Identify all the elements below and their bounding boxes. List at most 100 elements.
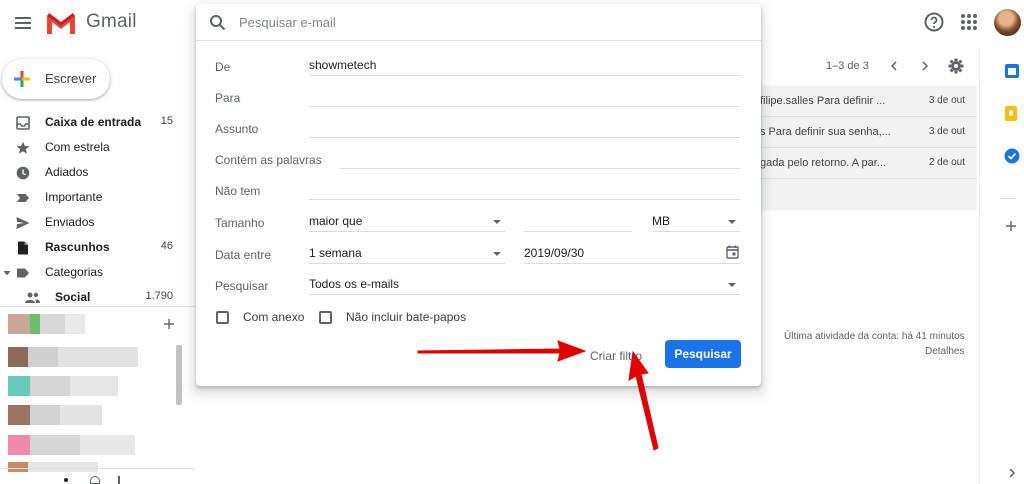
- sidebar-item-important[interactable]: Importante: [0, 185, 195, 210]
- plus-icon: [14, 71, 30, 87]
- important-icon: [17, 194, 29, 202]
- sidebar-item-label: Social: [55, 290, 91, 304]
- chevron-down-icon: [493, 220, 501, 224]
- pagination-text: 1–3 de 3: [826, 60, 869, 72]
- subject-field[interactable]: [309, 118, 740, 138]
- chevron-left-icon[interactable]: [888, 60, 900, 72]
- account-avatar[interactable]: [994, 9, 1021, 36]
- search-icon[interactable]: [209, 14, 226, 31]
- sidebar-item-label: Rascunhos: [45, 240, 110, 254]
- calendar-icon[interactable]: [1005, 64, 1019, 78]
- sidebar-item-sent[interactable]: Enviados: [0, 210, 195, 235]
- contacts-tab-icon[interactable]: [64, 478, 68, 482]
- search-in-label: Pesquisar: [215, 279, 269, 293]
- mail-snippet: gada pelo retorno. A par...: [760, 157, 886, 169]
- sidebar-item-label: Caixa de entrada: [45, 115, 142, 129]
- size-unit-select[interactable]: MB: [652, 212, 740, 232]
- sidebar-item-label: Com estrela: [45, 140, 110, 154]
- add-contact-icon[interactable]: [162, 317, 176, 331]
- mail-row[interactable]: filipe.salles Para definir ... 3 de out: [760, 86, 977, 117]
- draft-count: 46: [160, 240, 173, 252]
- from-label: De: [215, 60, 231, 74]
- settings-gear-icon[interactable]: [948, 58, 964, 74]
- clock-icon: [16, 166, 30, 180]
- to-label: Para: [215, 91, 241, 105]
- tasks-icon[interactable]: [1004, 148, 1020, 164]
- side-panel: [979, 48, 1024, 484]
- has-attachment-checkbox[interactable]: [216, 311, 229, 324]
- from-field[interactable]: showmetech: [309, 56, 740, 76]
- size-operator-value: maior que: [309, 214, 363, 228]
- mail-date: 3 de out: [928, 126, 965, 137]
- chevron-down-icon: [728, 220, 736, 224]
- brand-name: Gmail: [86, 11, 137, 32]
- chevron-right-icon[interactable]: [919, 60, 931, 72]
- compose-button[interactable]: Escrever: [2, 59, 110, 99]
- mail-row[interactable]: gada pelo retorno. A par... 2 de out: [760, 148, 977, 179]
- subject-label: Assunto: [215, 122, 259, 136]
- date-range-select[interactable]: 1 semana: [309, 244, 505, 264]
- sidebar-item-label: Enviados: [45, 215, 95, 229]
- doesnt-have-label: Não tem: [215, 184, 261, 198]
- sidebar-item-label: Importante: [45, 190, 103, 204]
- sidebar-item-starred[interactable]: Com estrela: [0, 135, 195, 160]
- phone-tab-icon[interactable]: [118, 476, 120, 484]
- main-menu-button[interactable]: [8, 8, 38, 38]
- search-in-value: Todos os e-mails: [309, 277, 400, 291]
- chevron-right-icon[interactable]: [1007, 467, 1017, 479]
- sidebar-item-inbox[interactable]: Caixa de entrada 15: [0, 110, 195, 135]
- help-icon[interactable]: [922, 10, 946, 34]
- date-value: 2019/09/30: [524, 246, 585, 260]
- calendar-picker-icon[interactable]: [726, 245, 739, 259]
- star-icon: [16, 141, 30, 154]
- mail-row[interactable]: s Para definir sua senha,... 3 de out: [760, 117, 977, 148]
- add-addon-icon[interactable]: [1005, 220, 1017, 232]
- create-filter-button[interactable]: Criar filtro: [580, 343, 652, 369]
- to-field[interactable]: [309, 87, 740, 107]
- exclude-chats-checkbox[interactable]: [319, 311, 332, 324]
- date-field[interactable]: 2019/09/30: [524, 244, 740, 264]
- size-unit-value: MB: [652, 214, 670, 228]
- unread-count: 15: [160, 115, 173, 127]
- sidebar-item-label: Categorias: [45, 265, 104, 279]
- keep-icon[interactable]: [1005, 106, 1017, 121]
- doesnt-have-field[interactable]: [309, 180, 740, 200]
- divider: [1000, 198, 1016, 199]
- people-icon: [25, 292, 40, 303]
- menu-icon: [15, 17, 31, 19]
- chevron-down-icon: [493, 252, 501, 256]
- has-words-label: Contém as palavras: [215, 153, 322, 167]
- search-bar[interactable]: Pesquisar e-mail: [196, 4, 761, 41]
- size-value-field[interactable]: [524, 212, 632, 232]
- hangouts-tab-icon[interactable]: [90, 476, 100, 484]
- mail-snippet: filipe.salles Para definir ...: [760, 95, 886, 107]
- scrollbar[interactable]: [176, 345, 182, 405]
- expand-arrow-icon[interactable]: [3, 269, 11, 277]
- date-label: Data entre: [215, 248, 272, 262]
- empty-row: [760, 179, 977, 210]
- draft-icon: [18, 241, 28, 255]
- search-button[interactable]: Pesquisar: [665, 340, 741, 368]
- social-count: 1.790: [145, 290, 173, 302]
- date-range-value: 1 semana: [309, 246, 362, 260]
- sidebar-item-categories[interactable]: Categorias: [0, 260, 195, 285]
- has-words-field[interactable]: [339, 149, 740, 169]
- has-attachment-label: Com anexo: [243, 310, 305, 324]
- sidebar-item-drafts[interactable]: Rascunhos 46: [0, 235, 195, 260]
- search-in-select[interactable]: Todos os e-mails: [309, 275, 740, 295]
- sidebar-item-snoozed[interactable]: Adiados: [0, 160, 195, 185]
- apps-grid-icon[interactable]: [957, 10, 981, 34]
- send-icon: [16, 217, 30, 229]
- label-icon: [17, 268, 29, 278]
- size-operator-select[interactable]: maior que: [309, 212, 505, 232]
- divider: [0, 306, 195, 307]
- sidebar-item-label: Adiados: [45, 165, 89, 179]
- mail-date: 3 de out: [928, 95, 965, 106]
- details-link[interactable]: Detalhes: [925, 346, 964, 357]
- gmail-logo[interactable]: [45, 10, 77, 36]
- size-label: Tamanho: [215, 216, 265, 230]
- mail-date: 2 de out: [928, 157, 965, 168]
- exclude-chats-label: Não incluir bate-papos: [346, 310, 467, 324]
- divider: [0, 468, 195, 469]
- last-activity-text: Última atividade da conta: há 41 minutos: [784, 331, 965, 342]
